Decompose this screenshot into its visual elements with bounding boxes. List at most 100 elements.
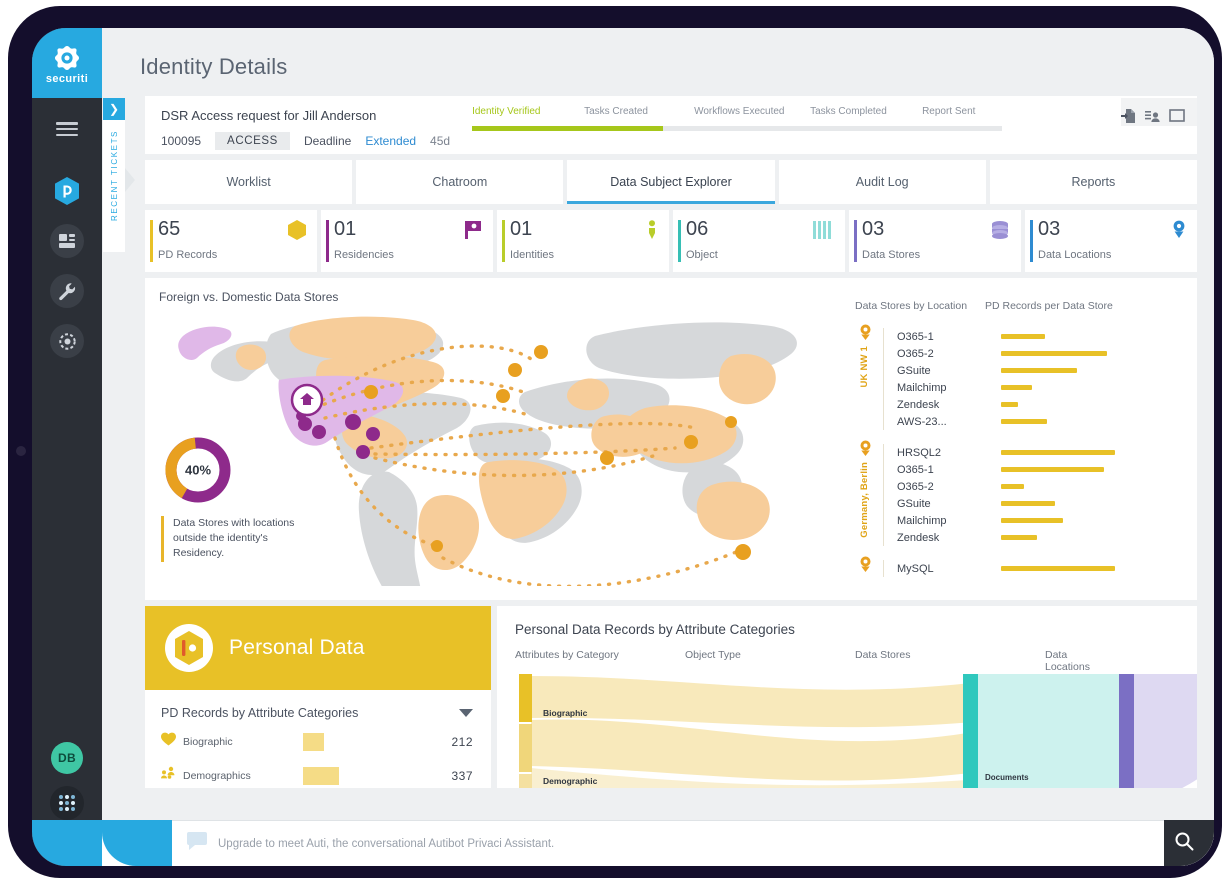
comment-icon[interactable]	[1169, 108, 1185, 124]
stat-label: PD Records	[158, 249, 218, 261]
sankey-card: Personal Data Records by Attribute Categ…	[497, 606, 1197, 788]
data-store-row[interactable]: Zendesk	[897, 529, 1145, 546]
sidebar-item-tools[interactable]	[50, 274, 84, 308]
sankey-label-documents: Documents	[985, 773, 1029, 782]
list-header-right: PD Records per Data Store	[985, 300, 1113, 312]
data-store-bar	[1001, 467, 1105, 472]
data-store-row[interactable]: O365-2	[897, 478, 1145, 495]
data-store-row[interactable]: MySQL	[897, 560, 1145, 577]
donut-center-label: 40%	[185, 463, 211, 478]
chat-placeholder: Upgrade to meet Auti, the conversational…	[218, 837, 555, 850]
data-store-row[interactable]: GSuite	[897, 362, 1145, 379]
data-store-row[interactable]: GSuite	[897, 495, 1145, 512]
data-store-bar	[1001, 535, 1037, 540]
recent-tickets-expand-button[interactable]: ❯	[103, 98, 125, 120]
content-column: DSR Access request for Jill Anderson 100…	[145, 96, 1198, 788]
foreign-store-donut: 40%	[161, 433, 235, 512]
stat-card-data-locations[interactable]: 03 Data Locations	[1025, 210, 1197, 272]
sankey-node-demographic	[519, 724, 532, 772]
stat-card-identities[interactable]: 01 Identities	[497, 210, 669, 272]
filter-sliders-icon[interactable]	[1213, 831, 1214, 856]
progress-step-4: Report Sent	[922, 106, 976, 117]
stat-value: 01	[510, 218, 533, 240]
pd-section-title: PD Records by Attribute Categories	[161, 706, 359, 720]
device-side-button	[16, 446, 26, 456]
database-icon	[990, 220, 1010, 245]
tab-chatroom[interactable]: Chatroom	[356, 160, 564, 204]
pd-rows: Biographic 212 Demographics 337	[145, 729, 491, 788]
pd-row-bar	[303, 732, 324, 751]
data-store-name: O365-1	[897, 330, 934, 343]
personal-data-banner: Personal Data	[145, 606, 491, 690]
tab-data-subject-explorer[interactable]: Data Subject Explorer	[567, 160, 775, 204]
pd-row[interactable]: Biographic 212	[145, 729, 491, 754]
deadline-value: 45d	[430, 134, 451, 148]
home-residency-marker	[290, 383, 324, 417]
data-store-name: HRSQL2	[897, 446, 942, 459]
flag-icon	[464, 220, 482, 245]
avatar[interactable]: DB	[51, 742, 83, 774]
stat-label: Residencies	[334, 249, 394, 261]
hamburger-icon[interactable]	[56, 122, 78, 136]
securiti-logo-icon	[54, 45, 80, 71]
chat-input[interactable]: Upgrade to meet Auti, the conversational…	[172, 820, 1164, 866]
sidebar-item-privaci[interactable]	[50, 174, 84, 208]
apps-grid-icon[interactable]	[50, 786, 84, 820]
location-name: UK NW 1	[859, 346, 870, 388]
footer-tools	[1164, 820, 1214, 866]
data-store-row[interactable]: AWS-23...	[897, 413, 1145, 430]
pd-section-header[interactable]: PD Records by Attribute Categories	[145, 690, 491, 720]
sankey-right-half[interactable]: Documents Google Drive United States Can…	[963, 674, 1197, 788]
data-store-name: O365-2	[897, 480, 934, 493]
recent-tickets-label: RECENT TICKETS	[109, 130, 119, 222]
chevron-down-icon[interactable]	[459, 709, 473, 717]
device-screen: securiti DB Identity Details ❯ RECENT TI…	[32, 28, 1214, 866]
stat-card-data-stores[interactable]: 03 Data Stores	[849, 210, 1021, 272]
data-store-row[interactable]: O365-1	[897, 461, 1145, 478]
deadline-status[interactable]: Extended	[365, 134, 416, 148]
stat-accent-bar	[150, 220, 153, 262]
data-store-row[interactable]: O365-1	[897, 328, 1145, 345]
list-header-left: Data Stores by Location	[855, 300, 968, 312]
sankey-column-header: Data Stores	[855, 649, 911, 661]
stat-card-pd-records[interactable]: 65 PD Records	[145, 210, 317, 272]
data-store-row[interactable]: HRSQL2	[897, 444, 1145, 461]
search-icon[interactable]	[1174, 831, 1194, 856]
privaci-hex-icon	[55, 177, 79, 205]
tab-audit-log[interactable]: Audit Log	[778, 160, 986, 204]
data-store-row[interactable]: Zendesk	[897, 396, 1145, 413]
data-stores-list-headers: Data Stores by Location PD Records per D…	[855, 300, 1145, 312]
ticket-title: DSR Access request for Jill Anderson	[161, 108, 377, 123]
pd-row-bar-wrap	[303, 766, 427, 785]
data-store-name: O365-2	[897, 347, 934, 360]
data-store-bar	[1001, 484, 1024, 489]
data-store-row[interactable]: Mailchimp	[897, 379, 1145, 396]
stat-card-residencies[interactable]: 01 Residencies	[321, 210, 493, 272]
tab-worklist[interactable]: Worklist	[145, 160, 353, 204]
brand-logo[interactable]: securiti	[32, 28, 102, 98]
data-store-name: Zendesk	[897, 398, 940, 411]
tab-reports[interactable]: Reports	[989, 160, 1198, 204]
data-store-bar	[1001, 566, 1115, 571]
recent-tickets-strip[interactable]: RECENT TICKETS	[103, 120, 135, 253]
sidebar-item-dashboard[interactable]	[50, 224, 84, 258]
pd-row[interactable]: Demographics 337	[145, 763, 491, 788]
location-store-rows: O365-1 O365-2 GSuite Mailchimp Zendesk AWS-23…	[883, 328, 1145, 430]
location-store-rows: HRSQL2 O365-1 O365-2 GSuite Mailchimp Zendesk	[883, 444, 1145, 546]
data-store-row[interactable]: Mailchimp	[897, 512, 1145, 529]
hexagon-icon	[288, 220, 306, 245]
stat-accent-bar	[502, 220, 505, 262]
ticket-header-card: DSR Access request for Jill Anderson 100…	[145, 96, 1197, 154]
stat-value: 65	[158, 218, 181, 240]
stat-value: 03	[862, 218, 885, 240]
stat-label: Data Locations	[1038, 249, 1112, 261]
stat-card-object[interactable]: 06 Object	[673, 210, 845, 272]
data-store-bar	[1001, 368, 1077, 373]
bars-icon	[812, 220, 834, 245]
assign-user-icon[interactable]	[1145, 108, 1160, 124]
progress-step-1: Tasks Created	[584, 106, 648, 117]
progress-step-0: Identity Verified	[472, 106, 541, 117]
export-document-icon[interactable]	[1121, 108, 1136, 124]
sidebar-item-settings[interactable]	[50, 324, 84, 358]
data-store-row[interactable]: O365-2	[897, 345, 1145, 362]
